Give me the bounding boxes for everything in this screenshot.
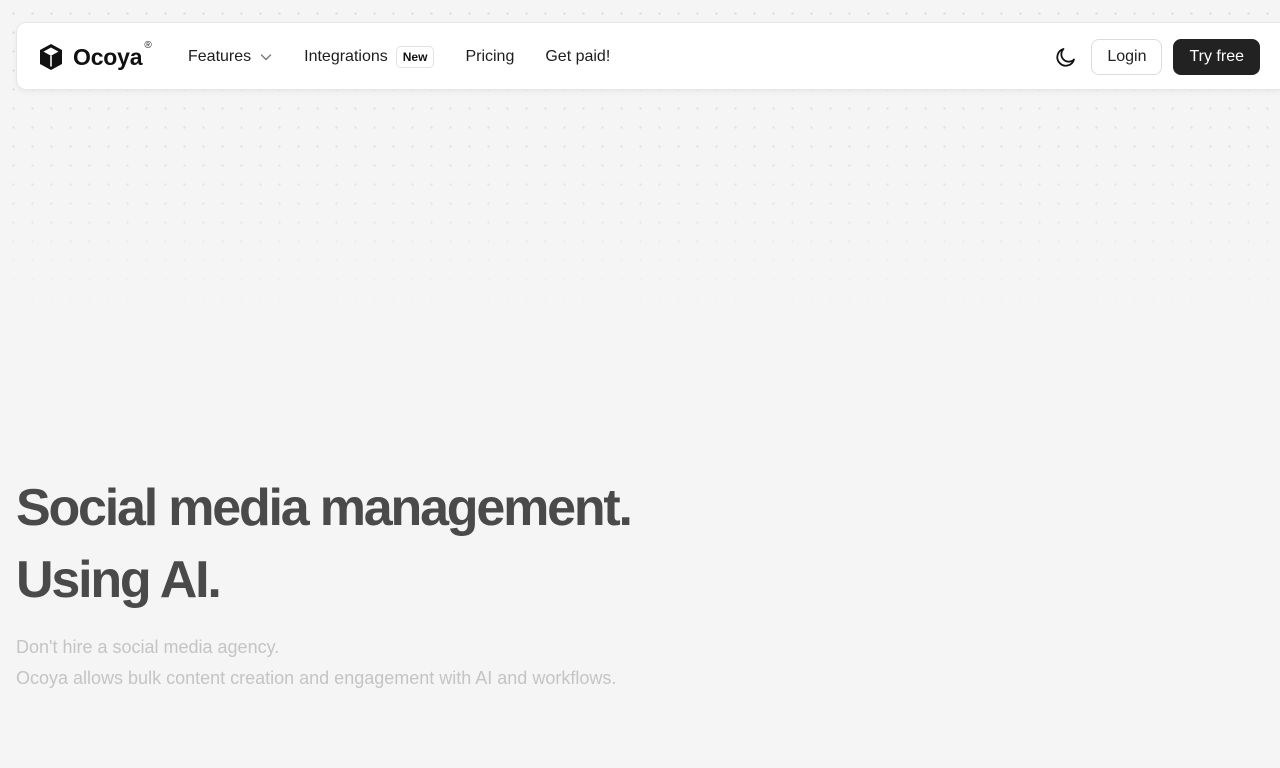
- chevron-down-icon: [260, 54, 272, 61]
- new-badge: New: [395, 46, 435, 68]
- moon-icon[interactable]: [1054, 45, 1078, 69]
- nav-item-integrations[interactable]: Integrations New: [304, 46, 435, 68]
- nav-item-label: Get paid!: [545, 48, 611, 65]
- nav-item-label: Integrations: [304, 48, 388, 65]
- hero-title-line1: Social media management.: [16, 479, 633, 537]
- nav-item-pricing[interactable]: Pricing: [465, 48, 514, 66]
- registered-mark: ®: [144, 39, 152, 51]
- cube-icon: [40, 44, 62, 70]
- hero-subtitle: Don't hire a social media agency. Ocoya …: [16, 632, 616, 694]
- page: Ocoya ® Features Integrations New Pricin…: [0, 0, 1280, 768]
- login-button[interactable]: Login: [1091, 39, 1163, 75]
- nav-item-label: Features: [188, 48, 252, 65]
- nav-item-get-paid[interactable]: Get paid!: [545, 48, 610, 66]
- brand-name: Ocoya: [73, 43, 143, 70]
- primary-nav: Features Integrations New Pricing Get pa…: [188, 23, 641, 91]
- top-navbar: Ocoya ® Features Integrations New Pricin…: [16, 22, 1280, 90]
- nav-actions: Login Try free: [1054, 23, 1260, 91]
- hero-title: Social media management. Using AI.: [16, 472, 633, 616]
- nav-item-features[interactable]: Features: [188, 48, 273, 66]
- nav-item-label: Pricing: [465, 48, 515, 65]
- hero-subtitle-line2: Ocoya allows bulk content creation and e…: [16, 668, 617, 688]
- logo-link[interactable]: Ocoya ®: [37, 39, 152, 72]
- hero-title-line2: Using AI.: [16, 551, 222, 609]
- hero-subtitle-line1: Don't hire a social media agency.: [16, 637, 280, 657]
- try-free-button[interactable]: Try free: [1173, 39, 1260, 75]
